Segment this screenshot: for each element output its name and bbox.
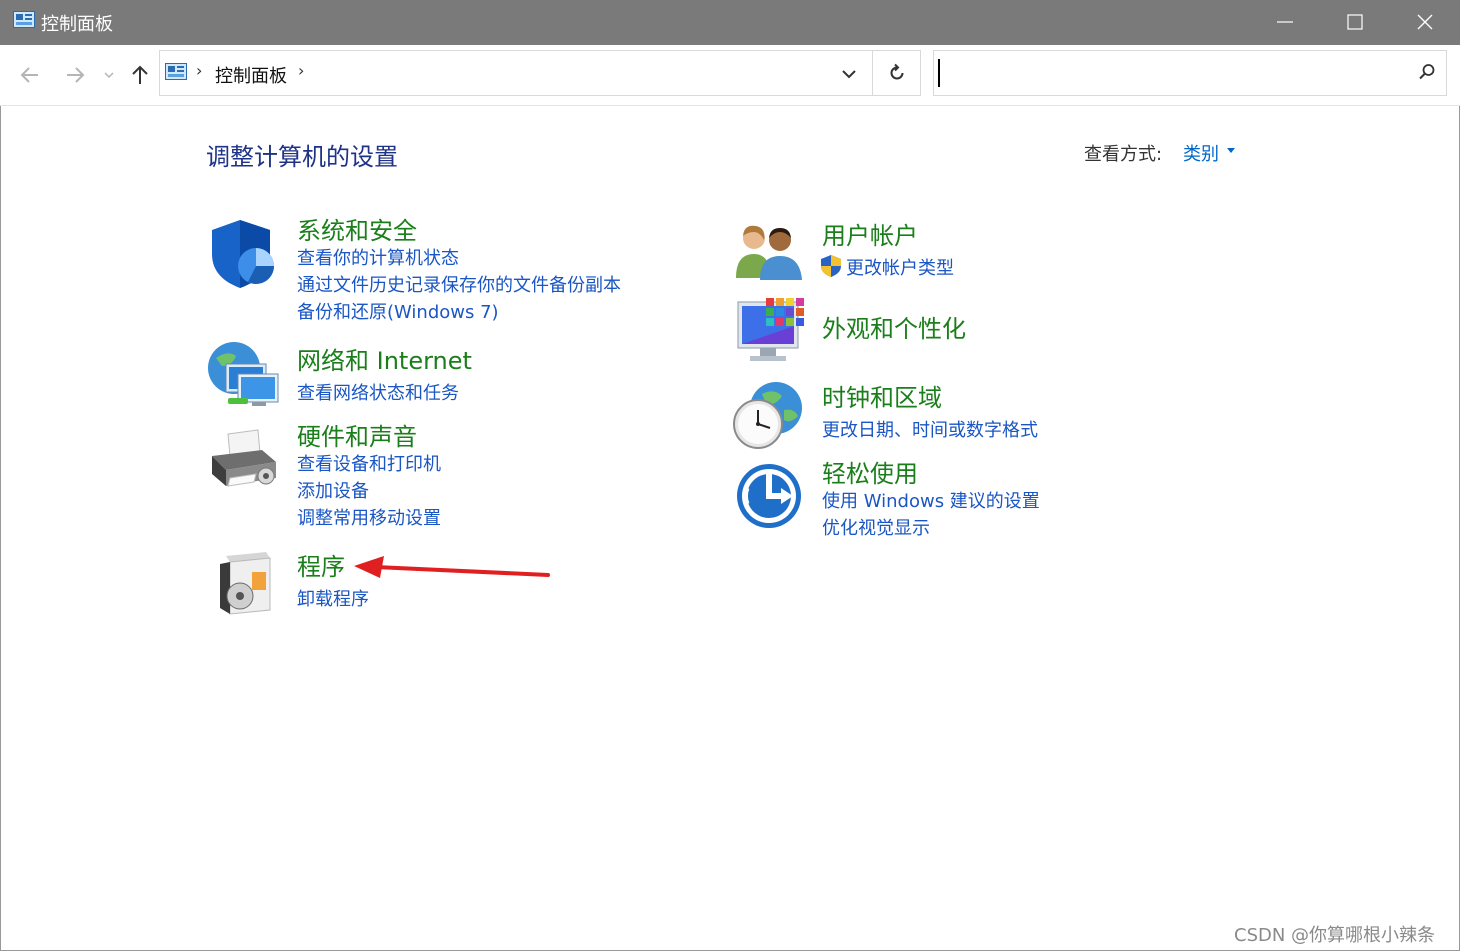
link-uninstall-program[interactable]: 卸载程序 (297, 585, 369, 611)
chevron-down-icon[interactable] (838, 63, 860, 85)
category-system-security[interactable]: 系统和安全 (297, 211, 417, 246)
users-icon[interactable] (734, 220, 804, 282)
link-date-time-format[interactable]: 更改日期、时间或数字格式 (822, 416, 1038, 442)
breadcrumb-separator[interactable]: › (196, 61, 202, 80)
close-icon (1417, 14, 1433, 30)
window-frame (0, 45, 1460, 951)
control-panel-icon (165, 63, 187, 80)
network-globe-icon[interactable] (206, 340, 282, 412)
link-optimize-visual-display[interactable]: 优化视觉显示 (822, 514, 930, 540)
annotation-arrow-icon (354, 556, 550, 578)
link-file-history-backup[interactable]: 通过文件历史记录保存你的文件备份副本 (297, 271, 621, 297)
category-hardware-sound[interactable]: 硬件和声音 (297, 417, 417, 452)
view-by-label: 查看方式: (1084, 144, 1163, 165)
shield-icon[interactable] (208, 218, 278, 290)
breadcrumb-control-panel[interactable]: 控制面板 (215, 62, 287, 88)
close-button[interactable] (1390, 0, 1460, 45)
category-appearance-personalization[interactable]: 外观和个性化 (822, 309, 966, 344)
window-title: 控制面板 (41, 14, 113, 35)
search-box[interactable] (933, 50, 1447, 96)
category-clock-region[interactable]: 时钟和区域 (822, 378, 942, 413)
link-windows-recommended-settings[interactable]: 使用 Windows 建议的设置 (822, 487, 1040, 513)
link-mobility-settings[interactable]: 调整常用移动设置 (297, 504, 441, 530)
minimize-button[interactable] (1250, 0, 1320, 45)
category-user-accounts[interactable]: 用户帐户 (822, 216, 918, 251)
control-panel-icon (13, 11, 35, 28)
address-bar[interactable]: › 控制面板 › (159, 50, 921, 96)
ease-of-access-icon[interactable] (735, 462, 803, 530)
up-arrow-icon[interactable] (126, 61, 154, 89)
link-view-computer-status[interactable]: 查看你的计算机状态 (297, 244, 459, 270)
uac-shield-icon (821, 255, 841, 277)
caret-down-icon[interactable] (1227, 148, 1235, 154)
refresh-icon (890, 63, 904, 80)
search-input[interactable] (938, 59, 1404, 87)
category-programs[interactable]: 程序 (297, 547, 345, 582)
minimize-icon (1277, 21, 1293, 23)
programs-disc-icon[interactable] (216, 550, 274, 616)
link-backup-restore[interactable]: 备份和还原(Windows 7) (297, 298, 499, 324)
recent-locations-chevron-icon[interactable] (99, 61, 119, 89)
page-title: 调整计算机的设置 (206, 143, 398, 171)
maximize-button[interactable] (1320, 0, 1390, 45)
breadcrumb-separator[interactable]: › (298, 61, 304, 80)
category-network-internet[interactable]: 网络和 Internet (297, 341, 472, 376)
view-by-dropdown[interactable]: 类别 (1183, 140, 1219, 166)
watermark-text: CSDN @你算哪根小辣条 (1234, 925, 1436, 946)
printer-icon[interactable] (208, 428, 280, 496)
link-network-status[interactable]: 查看网络状态和任务 (297, 379, 459, 405)
category-ease-of-access[interactable]: 轻松使用 (822, 454, 918, 489)
back-arrow-icon[interactable] (16, 61, 44, 89)
monitor-palette-icon[interactable] (736, 296, 806, 366)
navigation-bar: › 控制面板 › (0, 45, 1460, 106)
link-change-account-type[interactable]: 更改帐户类型 (846, 254, 954, 280)
maximize-icon (1347, 14, 1363, 30)
title-bar: 控制面板 (0, 0, 1460, 45)
clock-globe-icon[interactable] (732, 380, 804, 452)
search-icon[interactable] (1418, 63, 1436, 81)
link-devices-printers[interactable]: 查看设备和打印机 (297, 450, 441, 476)
refresh-button[interactable] (872, 51, 921, 95)
link-add-device[interactable]: 添加设备 (297, 477, 369, 503)
forward-arrow-icon[interactable] (61, 61, 89, 89)
